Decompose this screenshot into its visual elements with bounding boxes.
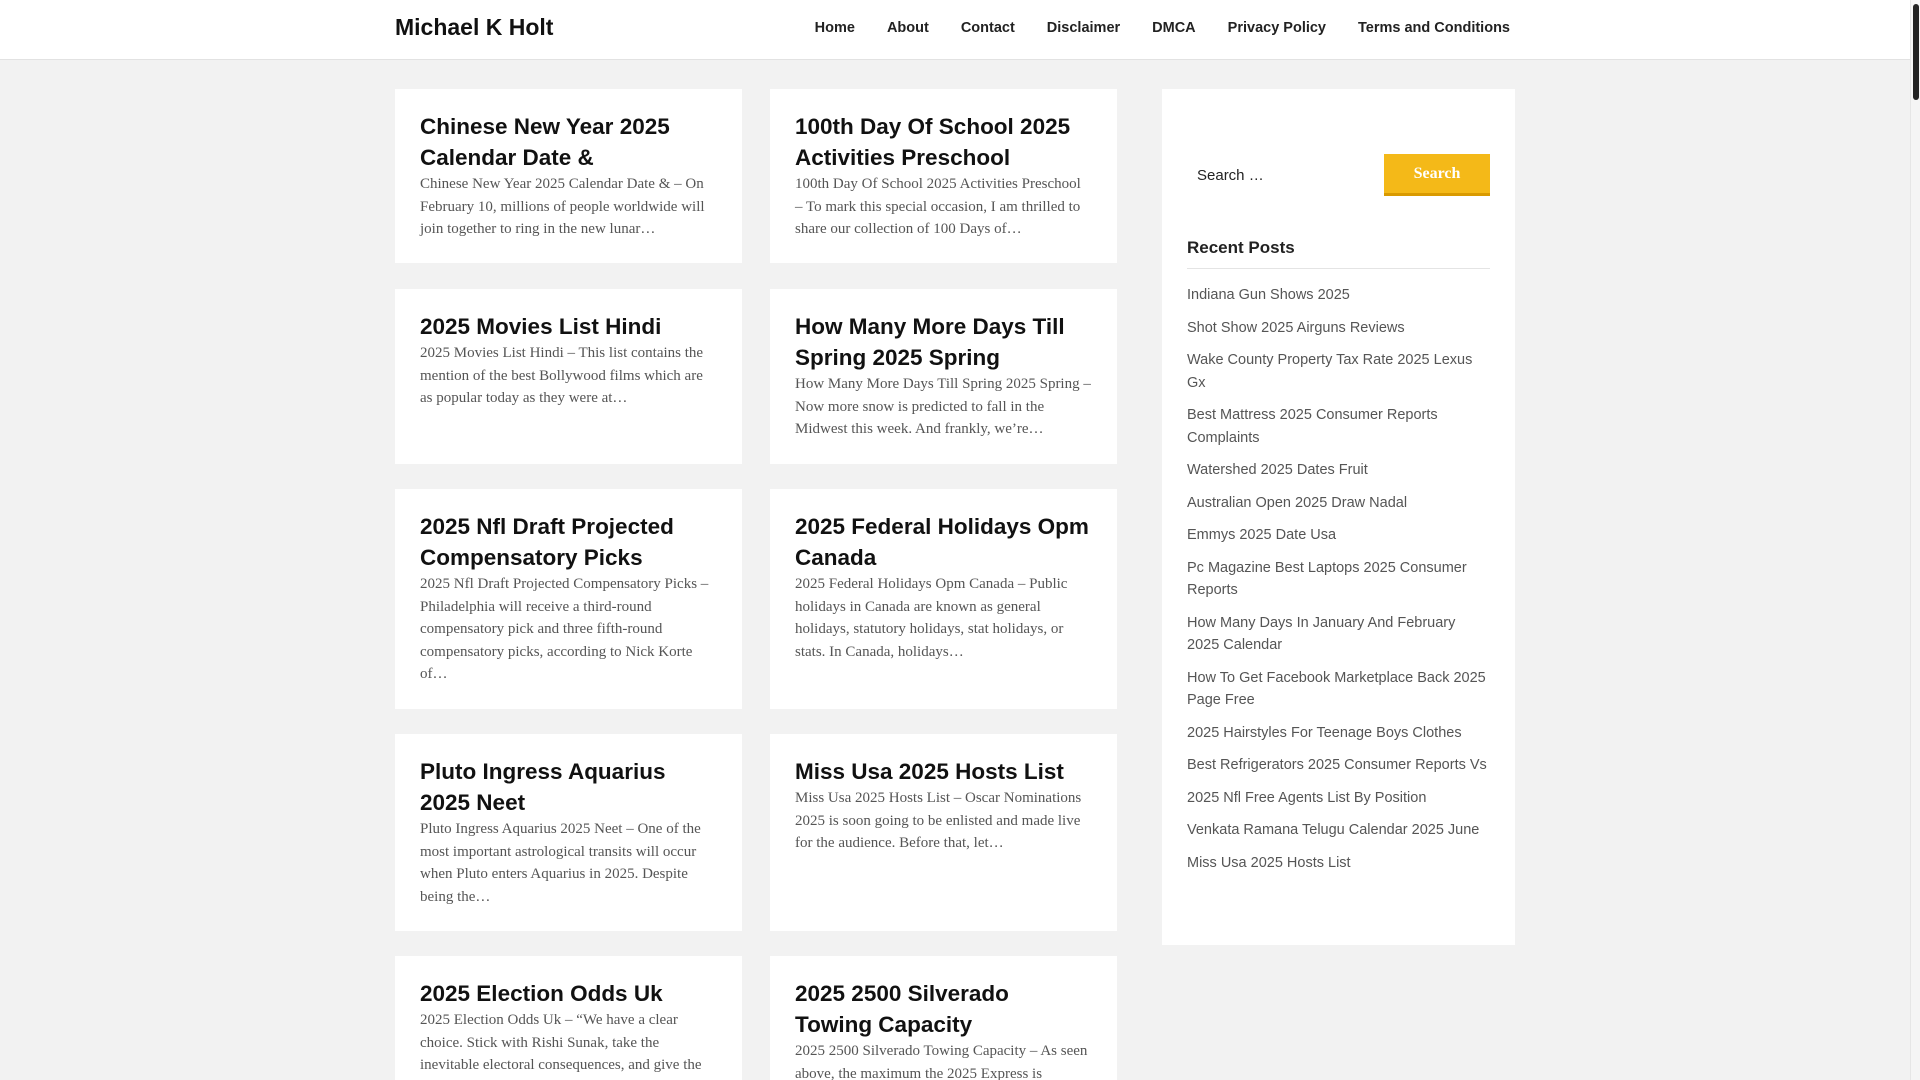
list-item: 2025 Nfl Free Agents List By Position [1187,787,1490,810]
recent-post-link[interactable]: Indiana Gun Shows 2025 [1187,287,1350,303]
post-excerpt: 2025 Movies List Hindi – This list conta… [420,345,704,406]
post-title[interactable]: 2025 Federal Holidays Opm Canada [795,511,1092,573]
recent-post-link[interactable]: 2025 Nfl Free Agents List By Position [1187,790,1426,806]
recent-posts-title: Recent Posts [1187,238,1490,269]
list-item: Best Mattress 2025 Consumer Reports Comp… [1187,404,1490,449]
post-title[interactable]: 100th Day Of School 2025 Activities Pres… [795,111,1092,173]
post-card: 2025 2500 Silverado Towing Capacity 2025… [770,956,1117,1080]
scrollbar-thumb[interactable] [1913,4,1919,100]
list-item: Pc Magazine Best Laptops 2025 Consumer R… [1187,557,1490,602]
list-item: Wake County Property Tax Rate 2025 Lexus… [1187,349,1490,394]
site-header: Michael K Holt Home About Contact Discla… [0,0,1910,60]
recent-post-link[interactable]: Watershed 2025 Dates Fruit [1187,462,1368,478]
list-item: Emmys 2025 Date Usa [1187,524,1490,547]
post-excerpt: 100th Day Of School 2025 Activities Pres… [795,176,1081,237]
post-excerpt: Pluto Ingress Aquarius 2025 Neet – One o… [420,821,701,905]
post-card: 2025 Movies List Hindi 2025 Movies List … [395,289,742,464]
post-excerpt: 2025 2500 Silverado Towing Capacity – As… [795,1043,1088,1080]
search-form: Search [1187,154,1490,196]
post-card: Pluto Ingress Aquarius 2025 Neet Pluto I… [395,734,742,931]
sidebar: Search Recent Posts Indiana Gun Shows 20… [1162,89,1515,945]
list-item: Miss Usa 2025 Hosts List [1187,852,1490,875]
recent-post-link[interactable]: 2025 Hairstyles For Teenage Boys Clothes [1187,725,1462,741]
post-title[interactable]: How Many More Days Till Spring 2025 Spri… [795,311,1092,373]
post-excerpt: Chinese New Year 2025 Calendar Date & – … [420,176,705,237]
site-title[interactable]: Michael K Holt [395,14,553,41]
post-title[interactable]: 2025 2500 Silverado Towing Capacity [795,978,1092,1040]
post-title[interactable]: 2025 Movies List Hindi [420,311,717,342]
main-nav: Home About Contact Disclaimer DMCA Priva… [799,20,1510,36]
post-card: 100th Day Of School 2025 Activities Pres… [770,89,1117,263]
post-title[interactable]: Miss Usa 2025 Hosts List [795,756,1092,787]
recent-posts-list: Indiana Gun Shows 2025 Shot Show 2025 Ai… [1187,284,1490,884]
search-button[interactable]: Search [1384,154,1490,196]
post-excerpt: Miss Usa 2025 Hosts List – Oscar Nominat… [795,790,1082,851]
nav-item-contact[interactable]: Contact [945,20,1031,36]
list-item: Watershed 2025 Dates Fruit [1187,459,1490,482]
nav-item-dmca[interactable]: DMCA [1136,20,1212,36]
recent-post-link[interactable]: Pc Magazine Best Laptops 2025 Consumer R… [1187,560,1467,599]
page-scrollbar[interactable] [1910,0,1920,1080]
list-item: 2025 Hairstyles For Teenage Boys Clothes [1187,722,1490,745]
post-card: 2025 Federal Holidays Opm Canada 2025 Fe… [770,489,1117,709]
recent-post-link[interactable]: How Many Days In January And February 20… [1187,615,1455,654]
post-card: 2025 Nfl Draft Projected Compensatory Pi… [395,489,742,709]
nav-item-terms-and-conditions[interactable]: Terms and Conditions [1342,20,1510,36]
post-card: Chinese New Year 2025 Calendar Date & Ch… [395,89,742,263]
post-excerpt: 2025 Election Odds Uk – “We have a clear… [420,1012,702,1073]
post-excerpt: 2025 Federal Holidays Opm Canada – Publi… [795,576,1068,660]
list-item: How Many Days In January And February 20… [1187,612,1490,657]
search-input[interactable] [1187,154,1383,196]
list-item: Shot Show 2025 Airguns Reviews [1187,317,1490,340]
recent-post-link[interactable]: Best Refrigerators 2025 Consumer Reports… [1187,757,1487,773]
recent-post-link[interactable]: Australian Open 2025 Draw Nadal [1187,495,1407,511]
post-excerpt: 2025 Nfl Draft Projected Compensatory Pi… [420,576,709,682]
list-item: How To Get Facebook Marketplace Back 202… [1187,667,1490,712]
nav-item-about[interactable]: About [871,20,945,36]
recent-post-link[interactable]: How To Get Facebook Marketplace Back 202… [1187,670,1486,709]
post-card: Miss Usa 2025 Hosts List Miss Usa 2025 H… [770,734,1117,931]
recent-post-link[interactable]: Venkata Ramana Telugu Calendar 2025 June [1187,822,1479,838]
post-title[interactable]: 2025 Nfl Draft Projected Compensatory Pi… [420,511,717,573]
recent-post-link[interactable]: Emmys 2025 Date Usa [1187,527,1336,543]
list-item: Australian Open 2025 Draw Nadal [1187,492,1490,515]
post-title[interactable]: Chinese New Year 2025 Calendar Date & [420,111,717,173]
post-excerpt: How Many More Days Till Spring 2025 Spri… [795,376,1091,437]
recent-post-link[interactable]: Best Mattress 2025 Consumer Reports Comp… [1187,407,1438,446]
post-title[interactable]: 2025 Election Odds Uk [420,978,717,1009]
nav-item-disclaimer[interactable]: Disclaimer [1031,20,1136,36]
post-title[interactable]: Pluto Ingress Aquarius 2025 Neet [420,756,717,818]
recent-post-link[interactable]: Miss Usa 2025 Hosts List [1187,855,1351,871]
list-item: Indiana Gun Shows 2025 [1187,284,1490,307]
post-card: How Many More Days Till Spring 2025 Spri… [770,289,1117,464]
post-card: 2025 Election Odds Uk 2025 Election Odds… [395,956,742,1080]
list-item: Venkata Ramana Telugu Calendar 2025 June [1187,819,1490,842]
nav-item-home[interactable]: Home [799,20,871,36]
list-item: Best Refrigerators 2025 Consumer Reports… [1187,754,1490,777]
nav-item-privacy-policy[interactable]: Privacy Policy [1212,20,1342,36]
recent-post-link[interactable]: Wake County Property Tax Rate 2025 Lexus… [1187,352,1472,391]
recent-post-link[interactable]: Shot Show 2025 Airguns Reviews [1187,320,1405,336]
